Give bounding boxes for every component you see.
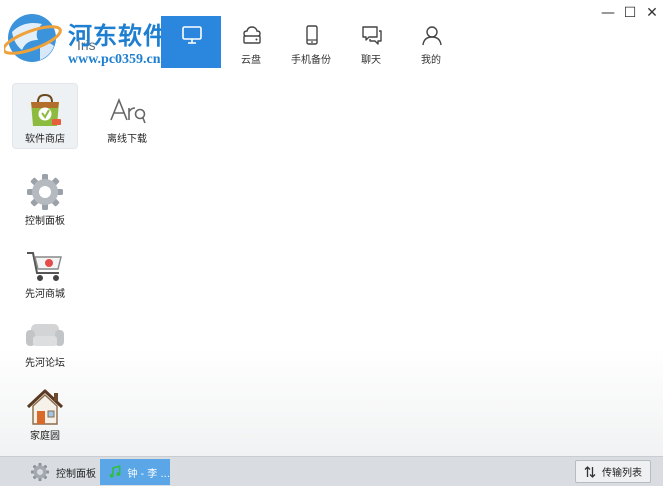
gear-icon [27, 174, 63, 210]
tab-phone-backup[interactable]: 手机备份 [281, 16, 341, 68]
app-software-store[interactable]: 软件商店 [13, 84, 77, 148]
tab-label: 云盘 [241, 55, 261, 66]
app-label: 先河论坛 [25, 358, 65, 369]
desktop-icon [182, 26, 202, 44]
title-bar: Iris 河东软件园 www.pc0359.cn 云盘 手机备份 聊天 我的 —… [0, 0, 663, 68]
user-icon [422, 26, 442, 46]
app-label: 先河商城 [25, 289, 65, 300]
task-label: 钟 - 李 ... [127, 468, 170, 480]
close-button[interactable]: ✕ [641, 4, 663, 22]
software-store-icon [31, 93, 61, 126]
desktop-area: 软件商店 离线下载 控制面板 先河商城 先河论坛 家庭圆 [0, 68, 663, 456]
minimize-button[interactable]: — [597, 4, 619, 22]
tab-cloud-drive[interactable]: 云盘 [221, 16, 281, 68]
offline-download-icon [110, 97, 146, 124]
phone-icon [306, 25, 318, 45]
task-label: 控制面板 [56, 468, 96, 480]
tab-label: 聊天 [361, 55, 381, 66]
maximize-button[interactable]: ☐ [619, 4, 641, 22]
transfer-label: 传输列表 [602, 468, 642, 479]
cloud-drive-icon [243, 26, 261, 44]
task-music-player[interactable]: 钟 - 李 ... [100, 459, 170, 485]
app-control-panel[interactable]: 控制面板 [13, 166, 77, 230]
transfer-arrows-icon [584, 465, 596, 478]
transfer-list-button[interactable]: 传输列表 [575, 460, 651, 483]
music-note-icon [109, 465, 121, 478]
task-control-panel[interactable]: 控制面板 [30, 459, 96, 485]
tab-label: 手机备份 [291, 55, 331, 66]
sofa-icon [26, 324, 64, 346]
shopping-cart-icon [27, 252, 62, 281]
app-label: 家庭圆 [30, 431, 60, 442]
top-nav: 云盘 手机备份 聊天 我的 [161, 16, 461, 68]
watermark-logo-icon [4, 14, 62, 62]
gear-icon [31, 463, 49, 481]
app-xianhe-mall[interactable]: 先河商城 [13, 239, 77, 303]
app-label: 软件商店 [25, 134, 65, 145]
app-offline-download[interactable]: 离线下载 [95, 84, 159, 148]
house-icon [26, 389, 64, 425]
tab-chat[interactable]: 聊天 [341, 16, 401, 68]
app-xianhe-forum[interactable]: 先河论坛 [13, 308, 77, 372]
app-label: 控制面板 [25, 216, 65, 227]
tab-label: 我的 [421, 55, 441, 66]
chat-icon [362, 26, 382, 45]
watermark-url: www.pc0359.cn [68, 52, 161, 67]
tab-desktop[interactable] [161, 16, 221, 68]
taskbar: 控制面板 钟 - 李 ... 传输列表 [0, 456, 663, 486]
window-controls: — ☐ ✕ [597, 4, 663, 22]
app-family-circle[interactable]: 家庭圆 [13, 381, 77, 445]
tab-mine[interactable]: 我的 [401, 16, 461, 68]
app-label: 离线下载 [107, 134, 147, 145]
